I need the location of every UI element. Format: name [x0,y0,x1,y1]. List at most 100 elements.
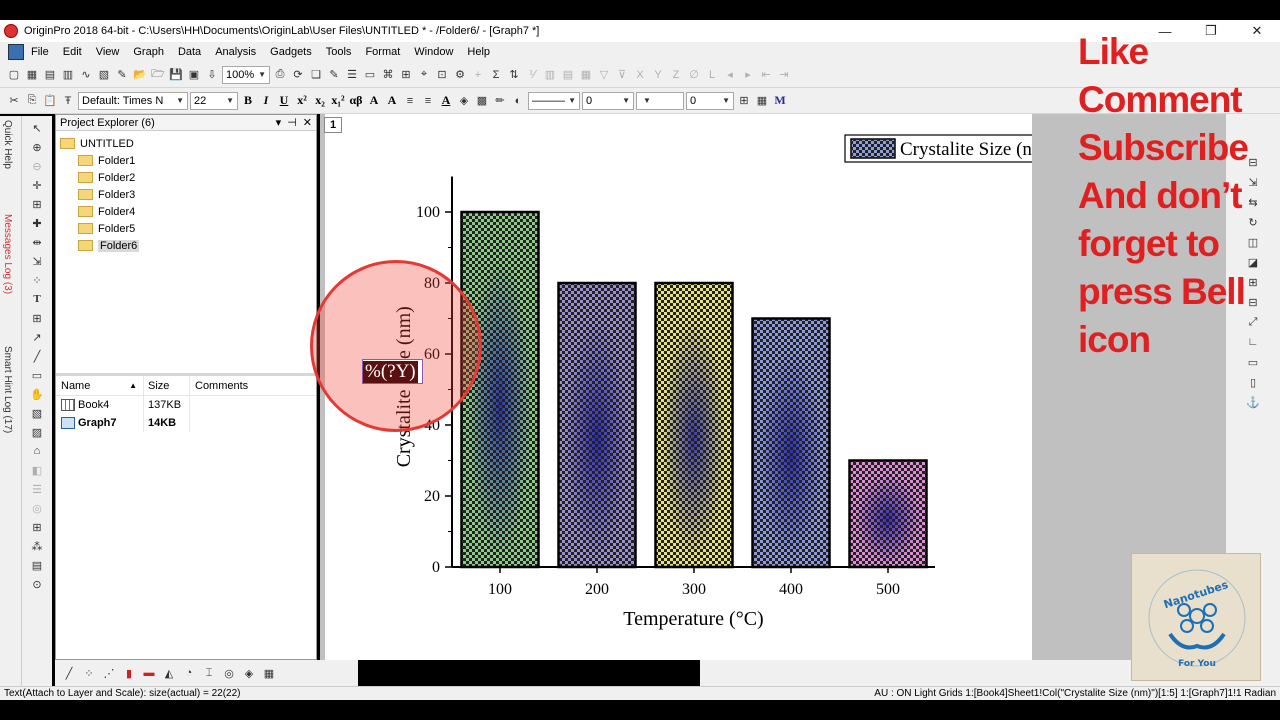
pie-chart-icon[interactable]: ◔ [181,665,197,681]
bar-plot-icon[interactable]: ▤ [560,67,576,83]
stack-plot-icon[interactable]: ▦ [578,67,594,83]
open-template-icon[interactable]: 🗁 [150,67,166,83]
new-layout-icon[interactable]: ▧ [96,67,112,83]
new-matrix-icon[interactable]: ▤ [42,67,58,83]
set-y-icon[interactable]: Y [650,67,666,83]
merge-icon[interactable]: ⁂ [29,538,45,554]
line-plot-icon[interactable]: ╱ [61,665,77,681]
refresh-icon[interactable]: ⟳ [290,67,306,83]
fill-color-icon[interactable]: ◈ [456,93,472,109]
contour-icon[interactable]: ◎ [221,665,237,681]
copy-icon[interactable]: ⎘ [24,93,40,109]
line-width-select[interactable]: 0 ▼ [582,91,634,110]
hand-tool-icon[interactable]: ✋ [29,386,45,402]
mask-icon[interactable]: ⁘ [29,272,45,288]
zoom-out-icon[interactable]: ⊖ [29,158,45,174]
layer-icon[interactable]: ◎ [29,500,45,516]
tree-folder-1[interactable]: Folder1 [60,152,316,169]
save-icon[interactable]: 💾 [168,67,184,83]
menu-edit[interactable]: Edit [56,46,89,58]
grid-icon[interactable]: ⊞ [736,93,752,109]
subscript-icon[interactable]: x₂ [312,93,328,108]
graph-page[interactable]: 100 200 300 400 500 0 20 40 60 80 100 Temperature (… [310,114,1064,660]
fill-color-select[interactable]: ▼ [636,91,684,110]
menu-file[interactable]: File [24,46,56,58]
bar-chart-icon[interactable]: ▬ [141,665,157,681]
quick-help-tab[interactable]: Quick Help [2,120,13,169]
layer-tab[interactable]: 1 [324,117,342,133]
supersubscript-icon[interactable]: x₁² [330,93,346,108]
font-select[interactable]: Default: Times N ▼ [78,91,188,110]
pattern-icon[interactable]: ▩ [474,93,490,109]
menu-gadgets[interactable]: Gadgets [263,46,319,58]
table-icon[interactable]: ▦ [754,93,770,109]
greek-icon[interactable]: αβ [348,93,364,108]
column-header-name[interactable]: Name ▲ [56,376,144,395]
line-style-select[interactable]: ——— ▼ [528,91,580,110]
column-chart-icon[interactable]: ▮ [121,665,137,681]
gradient-icon[interactable]: ◐ [510,93,526,109]
project-explorer-icon[interactable]: ⌘ [380,67,396,83]
scale-icon[interactable]: ✛ [29,177,45,193]
scatter-plot-icon[interactable]: ⁘ [81,665,97,681]
dropdown-icon[interactable]: ▾ [276,116,282,129]
pin-icon[interactable]: ⊣ [287,116,297,129]
menu-analysis[interactable]: Analysis [208,46,263,58]
duplicate-icon[interactable]: ❏ [308,67,324,83]
data-reader-icon[interactable]: ⌖ [416,67,432,83]
3d-plot-icon[interactable]: ◈ [241,665,257,681]
align-left-icon[interactable]: ≡ [402,93,418,109]
smart-hint-log-tab[interactable]: Smart Hint Log (17) [2,346,13,433]
print-icon[interactable]: ⎙ [272,67,288,83]
move-right-icon[interactable]: ▸ [740,67,756,83]
column-header-comments[interactable]: Comments [190,380,248,392]
superscript-icon[interactable]: x² [294,93,310,108]
eraser-icon[interactable]: ◧ [29,462,45,478]
add-graph-icon[interactable]: ▧ [29,405,45,421]
label-icon[interactable]: L [704,67,720,83]
anchor-icon[interactable]: ⚓ [1245,394,1261,410]
add-column-icon[interactable]: + [470,67,486,83]
add-layer-icon[interactable]: ⊞ [29,519,45,535]
template-icon[interactable]: ▦ [261,665,277,681]
help-tool-icon[interactable]: ⊙ [29,576,45,592]
menu-data[interactable]: Data [171,46,208,58]
screen-reader-tool-icon[interactable]: ✚ [29,215,45,231]
text-tool-icon[interactable]: T [29,291,45,307]
zoom-select[interactable]: 100% ▼ [222,65,270,84]
import-icon[interactable]: ⇩ [204,67,220,83]
fill-pattern-select[interactable]: 0 ▼ [686,91,734,110]
menu-help[interactable]: Help [460,46,497,58]
sum-icon[interactable]: Σ [488,67,504,83]
menu-window[interactable]: Window [407,46,460,58]
move-last-icon[interactable]: ⇥ [776,67,792,83]
command-window-icon[interactable]: ▭ [362,67,378,83]
regional-selector-icon[interactable]: ⇲ [29,253,45,269]
object-manager-icon[interactable]: ⊞ [398,67,414,83]
results-log-icon[interactable]: ☰ [344,67,360,83]
line-symbol-icon[interactable]: ⋰ [101,665,117,681]
new-graph-icon[interactable]: ▥ [60,67,76,83]
decrease-font-icon[interactable]: A [384,93,400,108]
filter-icon[interactable]: ▽ [596,67,612,83]
tree-folder-3[interactable]: Folder3 [60,186,316,203]
underline-icon[interactable]: U [276,93,292,108]
layer-remove-icon[interactable]: ▯ [1245,374,1261,390]
new-function-icon[interactable]: ∿ [78,67,94,83]
menu-tools[interactable]: Tools [319,46,359,58]
zoom-in-icon[interactable]: ⊕ [29,139,45,155]
menu-format[interactable]: Format [358,46,407,58]
close-icon[interactable]: ✕ [303,116,312,129]
area-chart-icon[interactable]: ◭ [161,665,177,681]
tree-folder-4[interactable]: Folder4 [60,203,316,220]
list-item[interactable]: Book4 137KB [56,396,316,414]
lock-icon[interactable]: ⌂ [29,443,45,459]
rectangle-tool-icon[interactable]: ▭ [29,367,45,383]
filter-clear-icon[interactable]: ⊽ [614,67,630,83]
font-size-select[interactable]: 22 ▼ [190,91,238,110]
set-x-icon[interactable]: X [632,67,648,83]
pointer-icon[interactable]: ↖ [29,120,45,136]
arrow-tool-icon[interactable]: ↗ [29,329,45,345]
document-menu-icon[interactable] [8,44,24,60]
new-notes-icon[interactable]: ✎ [114,67,130,83]
